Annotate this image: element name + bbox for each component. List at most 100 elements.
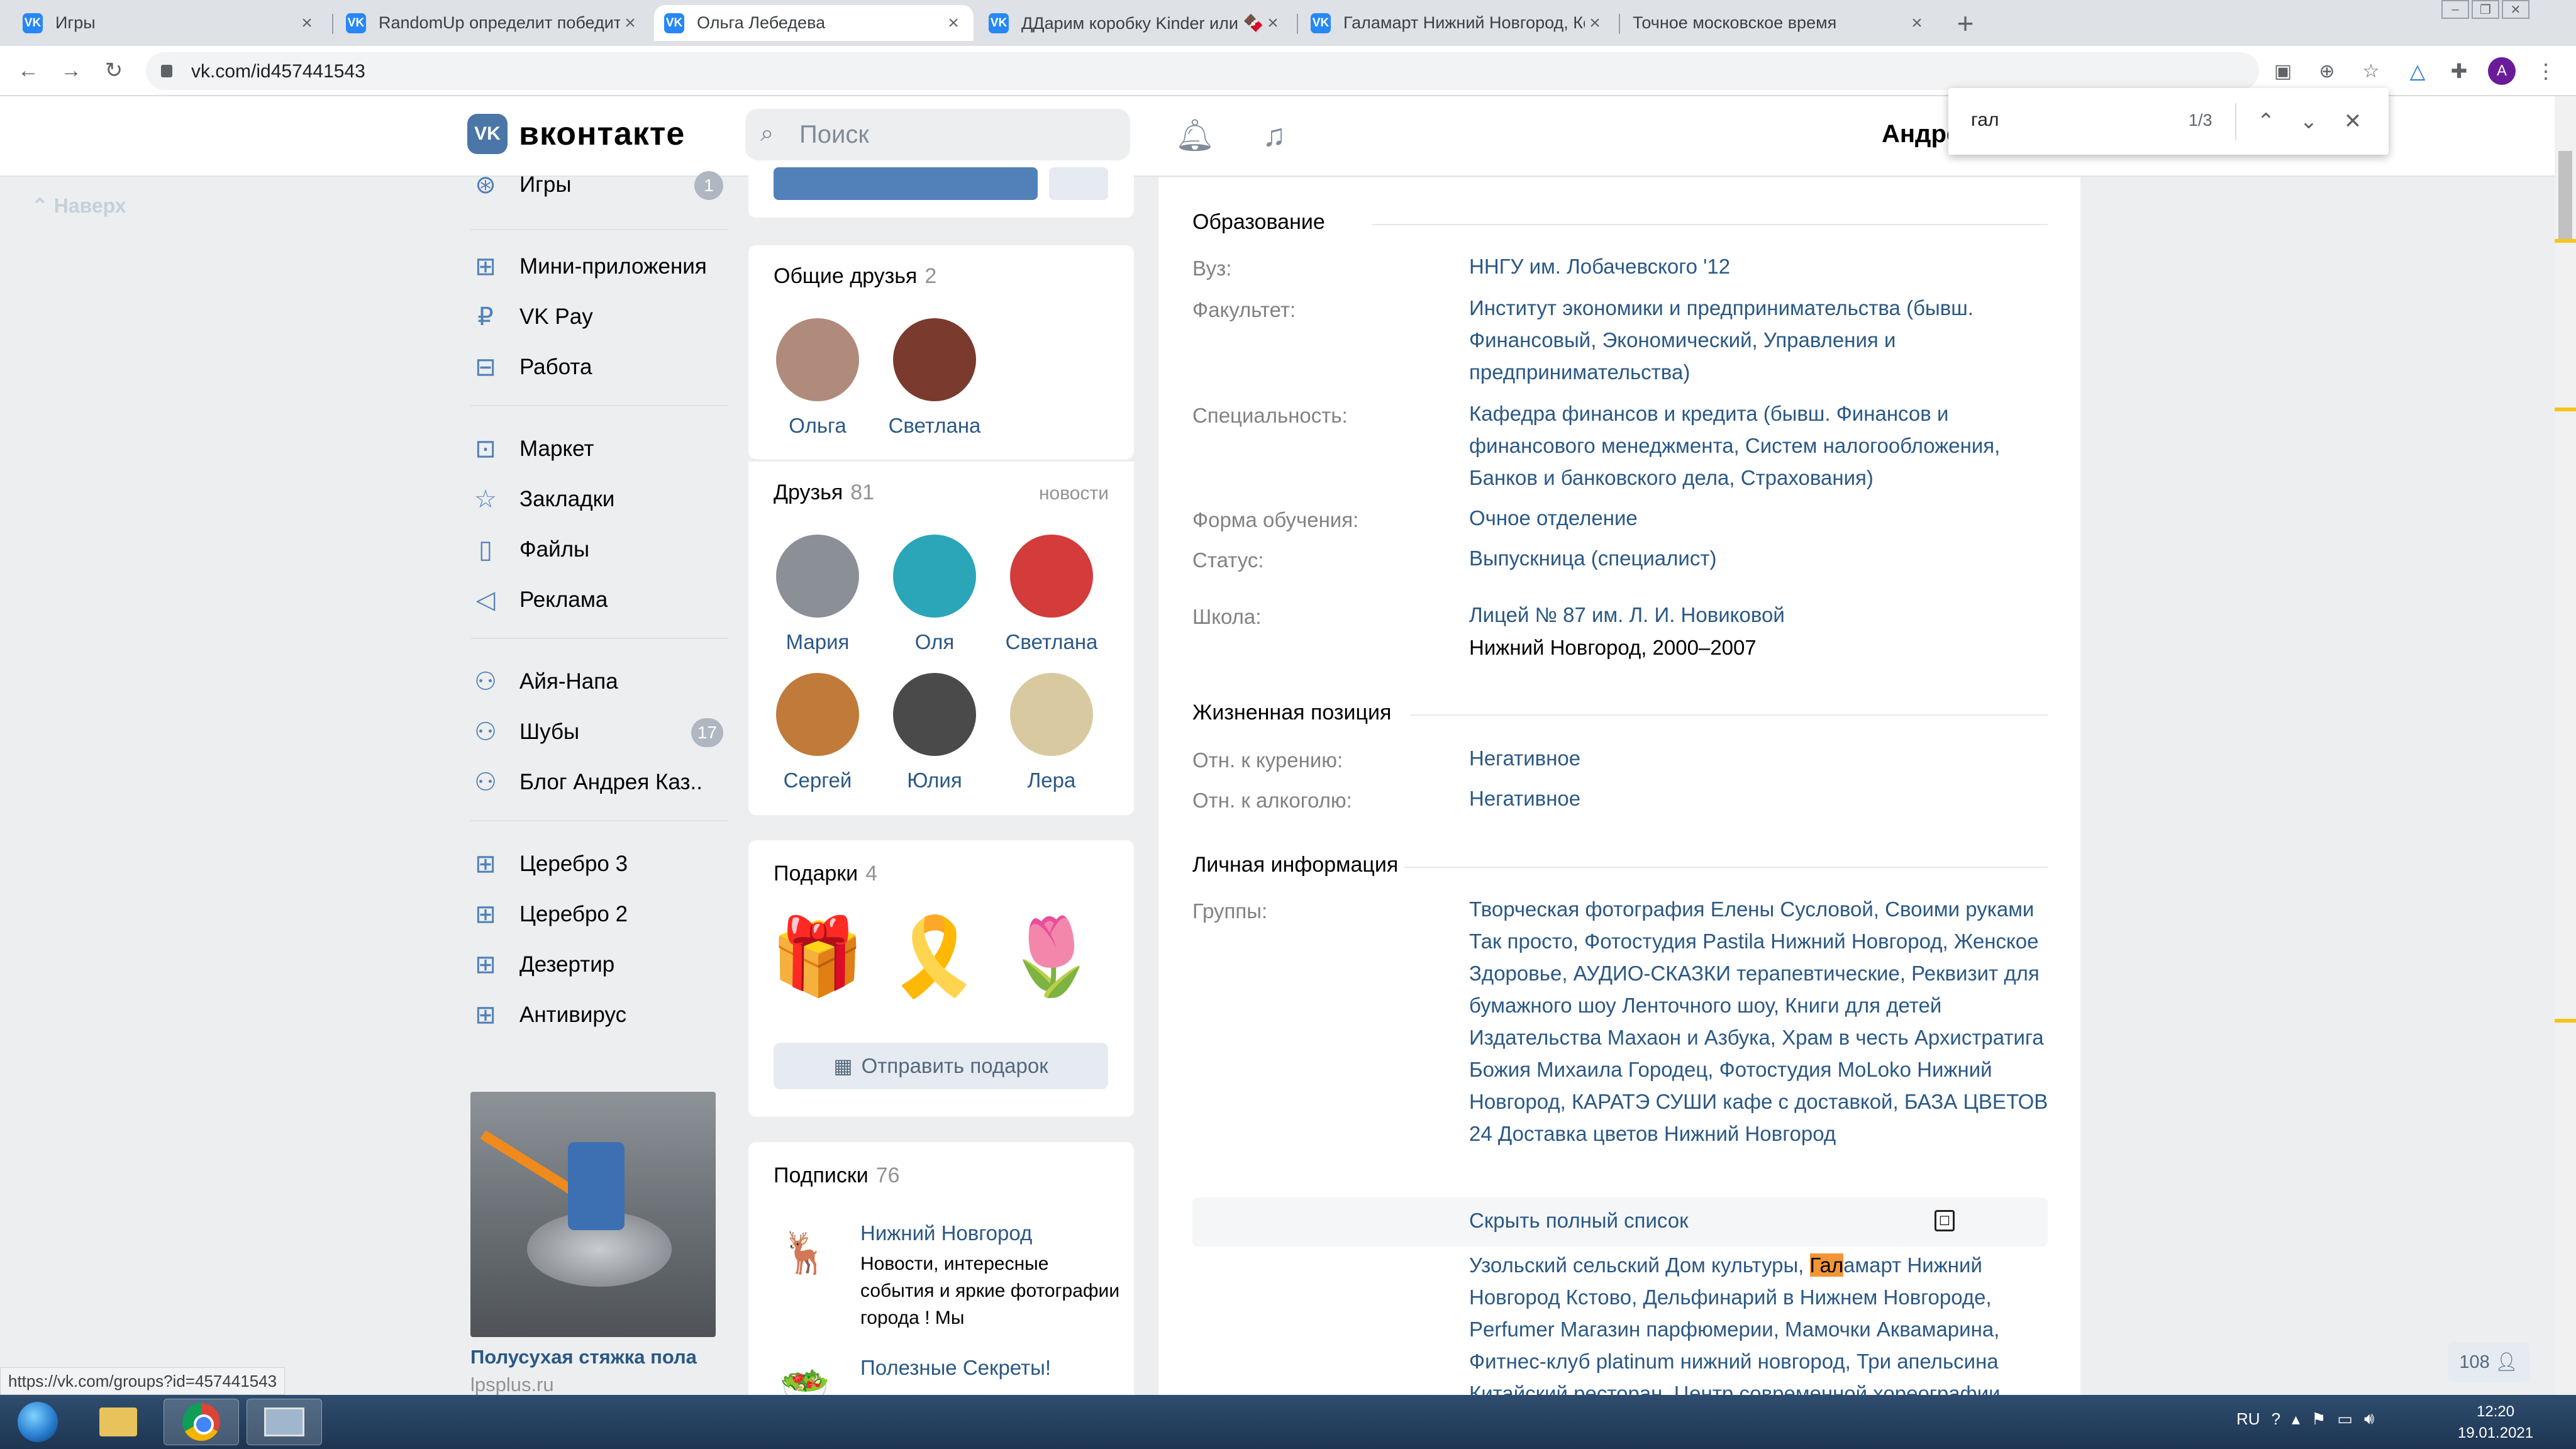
subscription-name[interactable]: Нижний Новгород	[860, 1221, 1032, 1245]
friend-item[interactable]: Юлия	[884, 673, 985, 792]
info-value-status[interactable]: Выпускница (специалист)	[1469, 542, 2054, 574]
nav-item-games[interactable]: ⊛ Игры 1	[470, 167, 728, 203]
gifts-header[interactable]: Подарки 4	[774, 862, 877, 886]
page-scrollbar[interactable]	[2555, 96, 2576, 1395]
system-clock[interactable]: 12:20 19.01.2021	[2458, 1401, 2533, 1444]
close-icon[interactable]: ×	[620, 13, 640, 34]
friend-item[interactable]: Светлана	[884, 318, 985, 438]
music-icon[interactable]: ♫	[1254, 115, 1294, 155]
nav-item-mini-apps[interactable]: ⊞ Мини-приложения	[470, 249, 728, 284]
help-icon[interactable]: ?	[2272, 1409, 2280, 1429]
tab-games[interactable]: VK Игры ×	[13, 5, 327, 41]
ad-title-link[interactable]: Полусухая стяжка пола	[470, 1346, 697, 1368]
info-value-groups[interactable]: Творческая фотография Елены Сусловой, Св…	[1469, 893, 2054, 1150]
restore-button[interactable]: ❐	[2472, 0, 2499, 19]
extensions-puzzle-icon[interactable]: ✚	[2444, 56, 2474, 86]
zoom-icon[interactable]: ⊕	[2313, 57, 2341, 85]
scrollbar-thumb[interactable]	[2558, 151, 2572, 239]
friends-news-link[interactable]: новости	[1039, 483, 1109, 504]
info-value-alcohol[interactable]: Негативное	[1469, 782, 2054, 814]
nav-item-shuby[interactable]: ⚇ Шубы 17	[470, 714, 728, 750]
info-value-university[interactable]: ННГУ им. Лобачевского '12	[1469, 250, 2054, 282]
profile-primary-button[interactable]	[774, 167, 1038, 200]
taskbar-explorer[interactable]	[80, 1399, 156, 1445]
drive-extension-icon[interactable]: △	[2402, 56, 2433, 86]
info-value-faculty[interactable]: Институт экономики и предпринимательства…	[1469, 292, 2054, 388]
nav-item-files[interactable]: ▯ Файлы	[470, 532, 728, 567]
close-icon[interactable]: ×	[1585, 13, 1605, 34]
friend-item[interactable]: Светлана	[1001, 535, 1102, 654]
flag-icon[interactable]: ⚑	[2311, 1409, 2326, 1429]
vk-logo[interactable]: VK вконтакте	[467, 114, 685, 154]
taskbar-chrome[interactable]	[164, 1399, 239, 1445]
info-value-more-groups[interactable]: Узольский сельский Дом культуры, Галамар…	[1469, 1249, 2054, 1409]
nav-item-market[interactable]: ⊡ Маркет	[470, 431, 728, 467]
gift-item[interactable]: 🌷	[1001, 907, 1102, 1008]
nav-item-work[interactable]: ⊟ Работа	[470, 350, 728, 385]
window-close-button[interactable]: ✕	[2502, 0, 2529, 19]
close-icon[interactable]: ×	[297, 13, 317, 34]
find-next-chevron-down-icon[interactable]: ⌄	[2293, 106, 2324, 137]
nav-item-blog[interactable]: ⚇ Блог Андрея Каз..	[470, 765, 728, 800]
back-button[interactable]: ←	[13, 55, 44, 86]
gift-item[interactable]: 🎁	[767, 907, 868, 1008]
info-value-smoking[interactable]: Негативное	[1469, 742, 2054, 774]
ad-image[interactable]	[470, 1092, 716, 1337]
tab-randomup[interactable]: VK RandomUp определит победите ×	[336, 5, 650, 41]
friend-item[interactable]: Мария	[767, 535, 868, 654]
friend-item[interactable]: Сергей	[767, 673, 868, 792]
gift-item[interactable]: 🎗️	[884, 907, 985, 1008]
friend-item[interactable]: Лера	[1001, 673, 1102, 792]
notifications-bell-icon[interactable]: 🔔︎	[1175, 115, 1215, 155]
reload-button[interactable]: ↻	[98, 55, 130, 86]
info-value-specialty[interactable]: Кафедра финансов и кредита (бывш. Финанс…	[1469, 397, 2054, 494]
close-icon[interactable]: ×	[1907, 13, 1927, 34]
tab-moscow-time[interactable]: ◷ Точное московское время ×	[1623, 5, 1937, 41]
mutual-friends-header[interactable]: Общие друзья 2	[774, 264, 936, 289]
network-icon[interactable]: ▭	[2337, 1409, 2353, 1429]
nav-item-dezertir[interactable]: ⊞ Дезертир	[470, 947, 728, 982]
nav-item-ayia-napa[interactable]: ⚇ Айя-Напа	[470, 664, 728, 699]
tab-galamart[interactable]: VK Галамарт Нижний Новгород, Кс ×	[1301, 5, 1615, 41]
nav-item-cerebro-2[interactable]: ⊞ Церебро 2	[470, 897, 728, 932]
nav-item-cerebro-3[interactable]: ⊞ Церебро 3	[470, 847, 728, 882]
address-bar[interactable]: vk.com/id457441543 ▣ ⊕ ☆	[146, 52, 2379, 90]
nav-item-ads[interactable]: ◁ Реклама	[470, 582, 728, 618]
hide-full-list-link[interactable]: Скрыть полный список	[1469, 1209, 1689, 1233]
close-icon[interactable]: ×	[943, 13, 963, 34]
friend-item[interactable]: Ольга	[767, 318, 868, 438]
nav-item-antivirus[interactable]: ⊞ Антивирус	[470, 997, 728, 1033]
translate-icon[interactable]: ▣	[2269, 57, 2297, 85]
close-icon[interactable]: ×	[1263, 13, 1283, 34]
tab-olga-lebedeva[interactable]: VK Ольга Лебедева ×	[654, 5, 974, 41]
new-tab-button[interactable]: +	[1950, 6, 1981, 40]
profile-avatar-icon[interactable]: A	[2488, 57, 2516, 85]
start-button[interactable]	[8, 1399, 68, 1445]
subscriptions-header[interactable]: Подписки 76	[774, 1163, 900, 1188]
language-indicator[interactable]: RU	[2236, 1409, 2260, 1429]
nav-item-bookmarks[interactable]: ☆ Закладки	[470, 482, 728, 517]
online-counter[interactable]: 108 👤︎	[2448, 1342, 2529, 1382]
hide-full-list-row[interactable]: Скрыть полный список ☐	[1192, 1197, 2048, 1246]
subscription-name[interactable]: Полезные Секреты!	[860, 1356, 1051, 1380]
friend-item[interactable]: Оля	[884, 535, 985, 654]
back-to-top-link[interactable]: ⌃ Наверх	[31, 194, 126, 218]
find-input[interactable]: гал	[1971, 109, 1999, 131]
nav-item-vk-pay[interactable]: ₽ VK Pay	[470, 299, 728, 335]
send-gift-button[interactable]: ▦ Отправить подарок	[774, 1043, 1108, 1089]
browser-menu-icon[interactable]: ⋮	[2531, 56, 2561, 86]
forward-button[interactable]: →	[55, 55, 87, 86]
vk-search-input[interactable]	[798, 118, 1113, 152]
find-previous-chevron-up-icon[interactable]: ⌃	[2250, 106, 2282, 137]
tray-arrow-icon[interactable]: ▴	[2292, 1409, 2300, 1429]
taskbar-remote-desktop[interactable]	[247, 1399, 322, 1445]
minimize-button[interactable]: –	[2441, 0, 2469, 19]
bookmark-star-icon[interactable]: ☆	[2357, 57, 2385, 85]
subscription-item[interactable]: 🦌 Нижний Новгород Новости, интересные со…	[774, 1221, 1119, 1347]
friends-header[interactable]: Друзья 81	[774, 480, 874, 505]
find-close-icon[interactable]: ✕	[2337, 106, 2368, 137]
profile-more-button[interactable]	[1049, 167, 1108, 200]
info-value-school[interactable]: Лицей № 87 им. Л. И. Новиковой	[1469, 599, 2054, 631]
info-value-study-form[interactable]: Очное отделение	[1469, 502, 2054, 534]
volume-icon[interactable]: 🔊︎	[2364, 1409, 2374, 1429]
